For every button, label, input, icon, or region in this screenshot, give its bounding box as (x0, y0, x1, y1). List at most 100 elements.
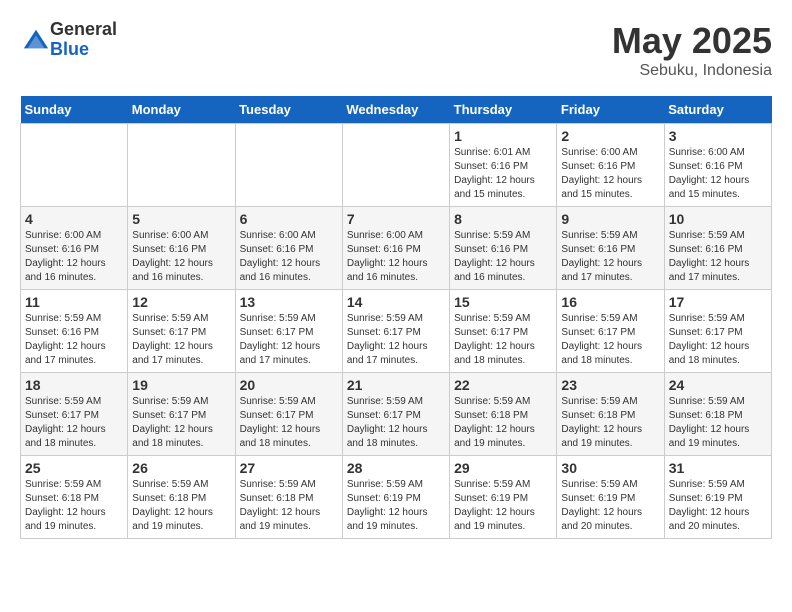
logo-general-text: General (50, 20, 117, 40)
day-number: 29 (454, 460, 552, 476)
day-number: 31 (669, 460, 767, 476)
day-number: 17 (669, 294, 767, 310)
calendar-cell: 21 Sunrise: 5:59 AM Sunset: 6:17 PM Dayli… (342, 373, 449, 456)
day-number: 10 (669, 211, 767, 227)
day-number: 13 (240, 294, 338, 310)
day-info: Sunrise: 5:59 AM Sunset: 6:16 PM Dayligh… (454, 229, 552, 285)
day-number: 22 (454, 377, 552, 393)
calendar-cell: 4 Sunrise: 6:00 AM Sunset: 6:16 PM Daylig… (21, 207, 128, 290)
calendar-cell (128, 124, 235, 207)
day-info: Sunrise: 6:00 AM Sunset: 6:16 PM Dayligh… (240, 229, 338, 285)
calendar-cell: 5 Sunrise: 6:00 AM Sunset: 6:16 PM Daylig… (128, 207, 235, 290)
calendar-table: SundayMondayTuesdayWednesdayThursdayFrid… (20, 96, 772, 539)
day-info: Sunrise: 5:59 AM Sunset: 6:17 PM Dayligh… (347, 312, 445, 368)
calendar-cell: 19 Sunrise: 5:59 AM Sunset: 6:17 PM Dayli… (128, 373, 235, 456)
calendar-cell: 2Sunrise: 6:00 AM Sunset: 6:16 PM Daylig… (557, 124, 664, 207)
calendar-week-1: 1Sunrise: 6:01 AM Sunset: 6:16 PM Daylig… (21, 124, 772, 207)
day-number: 23 (561, 377, 659, 393)
day-number: 24 (669, 377, 767, 393)
day-info: Sunrise: 5:59 AM Sunset: 6:18 PM Dayligh… (669, 395, 767, 451)
calendar-week-3: 11 Sunrise: 5:59 AM Sunset: 6:16 PM Dayli… (21, 290, 772, 373)
month-title: May 2025 (612, 20, 772, 62)
calendar-cell: 15Sunrise: 5:59 AM Sunset: 6:17 PM Dayli… (450, 290, 557, 373)
day-info: Sunrise: 5:59 AM Sunset: 6:17 PM Dayligh… (132, 312, 230, 368)
calendar-cell: 8 Sunrise: 5:59 AM Sunset: 6:16 PM Daylig… (450, 207, 557, 290)
day-info: Sunrise: 5:59 AM Sunset: 6:19 PM Dayligh… (347, 478, 445, 534)
day-info: Sunrise: 5:59 AM Sunset: 6:16 PM Dayligh… (25, 312, 123, 368)
calendar-cell: 25 Sunrise: 5:59 AM Sunset: 6:18 PM Dayli… (21, 456, 128, 539)
calendar-cell (235, 124, 342, 207)
calendar-cell: 22 Sunrise: 5:59 AM Sunset: 6:18 PM Dayli… (450, 373, 557, 456)
day-info: Sunrise: 5:59 AM Sunset: 6:17 PM Dayligh… (25, 395, 123, 451)
calendar-cell: 27 Sunrise: 5:59 AM Sunset: 6:18 PM Dayli… (235, 456, 342, 539)
day-number: 8 (454, 211, 552, 227)
day-number: 3 (669, 128, 767, 144)
day-info: Sunrise: 5:59 AM Sunset: 6:16 PM Dayligh… (561, 229, 659, 285)
weekday-header-friday: Friday (557, 96, 664, 124)
day-number: 11 (25, 294, 123, 310)
calendar-cell: 26Sunrise: 5:59 AM Sunset: 6:18 PM Dayli… (128, 456, 235, 539)
day-number: 7 (347, 211, 445, 227)
day-number: 15 (454, 294, 552, 310)
calendar-cell (342, 124, 449, 207)
day-number: 4 (25, 211, 123, 227)
day-number: 25 (25, 460, 123, 476)
logo-icon (22, 26, 50, 54)
calendar-cell: 14Sunrise: 5:59 AM Sunset: 6:17 PM Dayli… (342, 290, 449, 373)
calendar-cell: 18 Sunrise: 5:59 AM Sunset: 6:17 PM Dayli… (21, 373, 128, 456)
calendar-cell: 3Sunrise: 6:00 AM Sunset: 6:16 PM Daylig… (664, 124, 771, 207)
day-info: Sunrise: 5:59 AM Sunset: 6:17 PM Dayligh… (347, 395, 445, 451)
day-number: 19 (132, 377, 230, 393)
day-number: 16 (561, 294, 659, 310)
day-number: 6 (240, 211, 338, 227)
weekday-header-wednesday: Wednesday (342, 96, 449, 124)
day-info: Sunrise: 5:59 AM Sunset: 6:17 PM Dayligh… (240, 312, 338, 368)
day-info: Sunrise: 5:59 AM Sunset: 6:19 PM Dayligh… (454, 478, 552, 534)
day-info: Sunrise: 6:00 AM Sunset: 6:16 PM Dayligh… (25, 229, 123, 285)
weekday-header-monday: Monday (128, 96, 235, 124)
calendar-week-4: 18 Sunrise: 5:59 AM Sunset: 6:17 PM Dayli… (21, 373, 772, 456)
day-number: 27 (240, 460, 338, 476)
calendar-cell: 31Sunrise: 5:59 AM Sunset: 6:19 PM Dayli… (664, 456, 771, 539)
day-number: 5 (132, 211, 230, 227)
calendar-cell: 11 Sunrise: 5:59 AM Sunset: 6:16 PM Dayli… (21, 290, 128, 373)
calendar-cell (21, 124, 128, 207)
day-number: 18 (25, 377, 123, 393)
day-info: Sunrise: 5:59 AM Sunset: 6:19 PM Dayligh… (561, 478, 659, 534)
day-number: 12 (132, 294, 230, 310)
logo: General Blue (20, 20, 117, 60)
calendar-cell: 6 Sunrise: 6:00 AM Sunset: 6:16 PM Daylig… (235, 207, 342, 290)
day-info: Sunrise: 5:59 AM Sunset: 6:18 PM Dayligh… (454, 395, 552, 451)
day-number: 21 (347, 377, 445, 393)
day-info: Sunrise: 5:59 AM Sunset: 6:18 PM Dayligh… (25, 478, 123, 534)
page-header: General Blue May 2025 Sebuku, Indonesia (20, 20, 772, 80)
day-number: 26 (132, 460, 230, 476)
logo-blue-text: Blue (50, 40, 117, 60)
location: Sebuku, Indonesia (612, 62, 772, 80)
calendar-cell: 16 Sunrise: 5:59 AM Sunset: 6:17 PM Dayli… (557, 290, 664, 373)
day-info: Sunrise: 5:59 AM Sunset: 6:18 PM Dayligh… (561, 395, 659, 451)
day-info: Sunrise: 5:59 AM Sunset: 6:17 PM Dayligh… (240, 395, 338, 451)
calendar-cell: 28Sunrise: 5:59 AM Sunset: 6:19 PM Dayli… (342, 456, 449, 539)
day-info: Sunrise: 6:00 AM Sunset: 6:16 PM Dayligh… (132, 229, 230, 285)
day-number: 20 (240, 377, 338, 393)
day-info: Sunrise: 5:59 AM Sunset: 6:17 PM Dayligh… (132, 395, 230, 451)
weekday-header-saturday: Saturday (664, 96, 771, 124)
day-info: Sunrise: 5:59 AM Sunset: 6:18 PM Dayligh… (240, 478, 338, 534)
calendar-cell: 24 Sunrise: 5:59 AM Sunset: 6:18 PM Dayli… (664, 373, 771, 456)
weekday-header-tuesday: Tuesday (235, 96, 342, 124)
calendar-cell: 1Sunrise: 6:01 AM Sunset: 6:16 PM Daylig… (450, 124, 557, 207)
weekday-header-thursday: Thursday (450, 96, 557, 124)
day-number: 9 (561, 211, 659, 227)
calendar-header-row: SundayMondayTuesdayWednesdayThursdayFrid… (21, 96, 772, 124)
calendar-cell: 9 Sunrise: 5:59 AM Sunset: 6:16 PM Daylig… (557, 207, 664, 290)
title-block: May 2025 Sebuku, Indonesia (612, 20, 772, 80)
day-number: 1 (454, 128, 552, 144)
calendar-cell: 12 Sunrise: 5:59 AM Sunset: 6:17 PM Dayli… (128, 290, 235, 373)
day-info: Sunrise: 6:00 AM Sunset: 6:16 PM Dayligh… (347, 229, 445, 285)
calendar-cell: 10Sunrise: 5:59 AM Sunset: 6:16 PM Dayli… (664, 207, 771, 290)
calendar-cell: 7 Sunrise: 6:00 AM Sunset: 6:16 PM Daylig… (342, 207, 449, 290)
calendar-cell: 29 Sunrise: 5:59 AM Sunset: 6:19 PM Dayli… (450, 456, 557, 539)
day-info: Sunrise: 5:59 AM Sunset: 6:17 PM Dayligh… (561, 312, 659, 368)
calendar-cell: 30Sunrise: 5:59 AM Sunset: 6:19 PM Dayli… (557, 456, 664, 539)
